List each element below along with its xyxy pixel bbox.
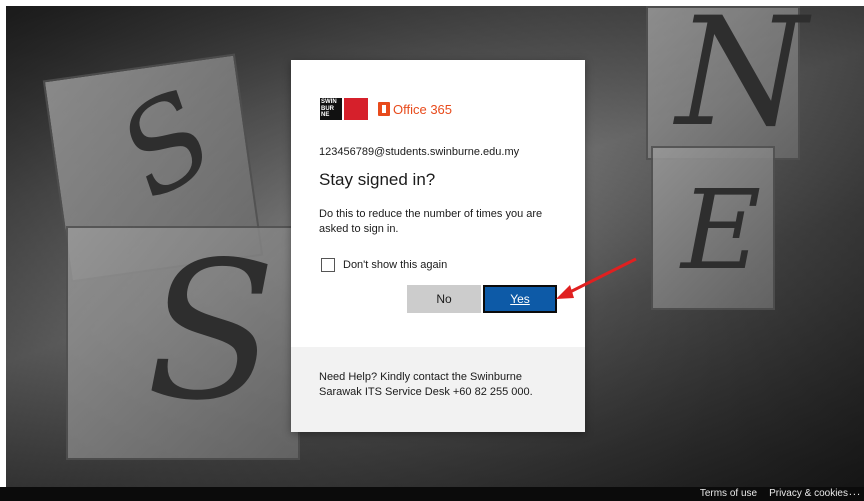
arrow-head [556,285,574,299]
footer-bar: Terms of use Privacy & cookies ... [0,486,864,501]
annotation-arrow [556,257,637,299]
more-options-icon[interactable]: ... [849,486,861,498]
footer-links: Terms of use Privacy & cookies [700,488,848,499]
terms-link[interactable]: Terms of use [700,488,757,499]
privacy-link[interactable]: Privacy & cookies [769,488,848,499]
arrow-shaft [565,257,637,296]
